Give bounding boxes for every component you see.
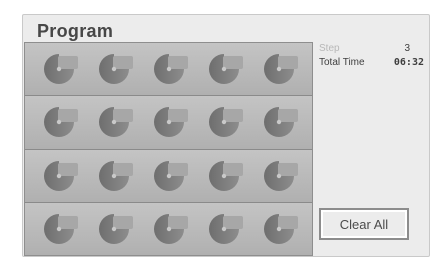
program-slot[interactable] xyxy=(257,102,301,142)
step-row: Step 3 xyxy=(319,42,424,56)
empty-slot-icon xyxy=(39,211,79,247)
empty-slot-icon xyxy=(204,211,244,247)
empty-slot-icon xyxy=(149,158,189,194)
empty-slot-icon xyxy=(204,158,244,194)
clear-all-button[interactable]: Clear All xyxy=(319,208,409,240)
program-slot[interactable] xyxy=(37,209,81,249)
program-slot[interactable] xyxy=(147,102,191,142)
empty-slot-icon xyxy=(204,51,244,87)
empty-slot-icon xyxy=(94,211,134,247)
empty-slot-icon xyxy=(39,51,79,87)
program-slot[interactable] xyxy=(147,49,191,89)
program-panel: Program Step 3 Total Time 06:32 Clear Al… xyxy=(22,14,430,257)
total-time-row: Total Time 06:32 xyxy=(319,56,424,70)
program-slot[interactable] xyxy=(92,102,136,142)
program-slot[interactable] xyxy=(202,49,246,89)
step-label: Step xyxy=(319,43,340,54)
program-slot[interactable] xyxy=(257,49,301,89)
program-slot[interactable] xyxy=(37,49,81,89)
program-slot[interactable] xyxy=(202,156,246,196)
empty-slot-icon xyxy=(39,158,79,194)
empty-slot-icon xyxy=(94,51,134,87)
program-slot[interactable] xyxy=(92,209,136,249)
program-slot[interactable] xyxy=(147,209,191,249)
program-slot[interactable] xyxy=(257,156,301,196)
empty-slot-icon xyxy=(259,211,299,247)
slot-row xyxy=(25,96,312,150)
page-title: Program xyxy=(37,21,114,41)
empty-slot-icon xyxy=(259,158,299,194)
empty-slot-icon xyxy=(259,51,299,87)
program-slot[interactable] xyxy=(37,102,81,142)
program-slot-grid xyxy=(24,42,313,256)
empty-slot-icon xyxy=(259,104,299,140)
slot-row xyxy=(25,43,312,97)
empty-slot-icon xyxy=(94,158,134,194)
empty-slot-icon xyxy=(149,51,189,87)
empty-slot-icon xyxy=(204,104,244,140)
step-value: 3 xyxy=(404,43,410,54)
empty-slot-icon xyxy=(94,104,134,140)
program-info: Step 3 Total Time 06:32 xyxy=(319,42,424,70)
program-slot[interactable] xyxy=(37,156,81,196)
slot-row xyxy=(25,149,312,203)
empty-slot-icon xyxy=(149,104,189,140)
program-slot[interactable] xyxy=(257,209,301,249)
program-slot[interactable] xyxy=(202,102,246,142)
empty-slot-icon xyxy=(149,211,189,247)
program-slot[interactable] xyxy=(92,49,136,89)
slot-row xyxy=(25,202,312,255)
program-slot[interactable] xyxy=(147,156,191,196)
empty-slot-icon xyxy=(39,104,79,140)
program-slot[interactable] xyxy=(92,156,136,196)
total-time-label: Total Time xyxy=(319,57,365,68)
program-slot[interactable] xyxy=(202,209,246,249)
total-time-value: 06:32 xyxy=(393,57,424,68)
